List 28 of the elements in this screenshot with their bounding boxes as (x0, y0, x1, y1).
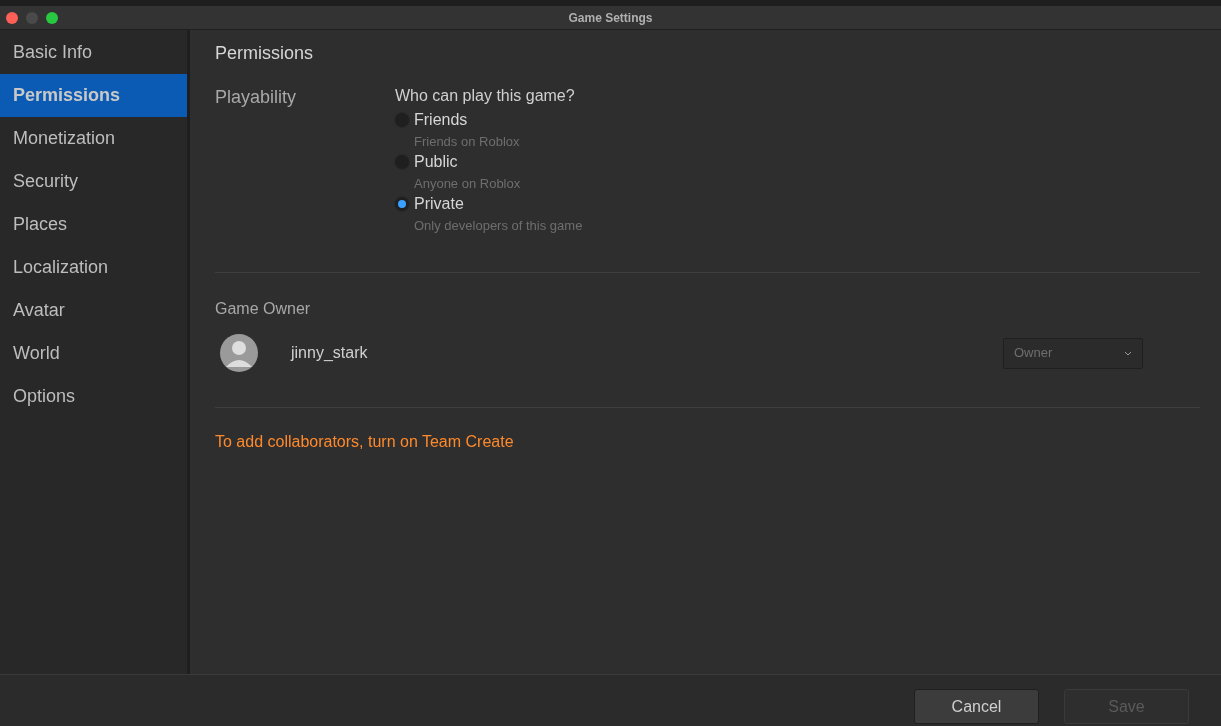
zoom-icon[interactable] (46, 11, 58, 24)
dialog-button[interactable]: Cancel (914, 689, 1039, 724)
sidebar-item[interactable]: Security (0, 160, 187, 203)
radio-option[interactable]: Friends (395, 108, 583, 132)
team-create-notice: To add collaborators, turn on Team Create (215, 432, 515, 452)
close-icon[interactable] (6, 11, 18, 24)
sidebar-item[interactable]: Places (0, 203, 187, 246)
sidebar-item[interactable]: Basic Info (0, 31, 187, 74)
section-label: Game Owner (215, 299, 312, 319)
option-description: Only developers of this game (413, 217, 583, 234)
owner-name: jinny_stark (291, 343, 368, 363)
section-label: Playability (215, 86, 298, 109)
page-title: Permissions (215, 42, 315, 65)
radio-button[interactable] (394, 196, 410, 212)
option-description: Friends on Roblox (413, 133, 521, 150)
sidebar-item[interactable]: Avatar (0, 289, 187, 332)
sidebar-item[interactable]: Localization (0, 246, 187, 289)
sidebar-item[interactable]: World (0, 332, 187, 375)
chevron-down-icon (1124, 350, 1132, 356)
avatar-icon (219, 333, 259, 373)
option-description: Anyone on Roblox (413, 175, 522, 192)
sidebar-item[interactable]: Permissions (0, 74, 187, 117)
radio-option[interactable]: Private (395, 192, 583, 216)
question-label: Who can play this game? (395, 86, 576, 106)
sidebar-item[interactable]: Options (0, 375, 187, 418)
radio-option[interactable]: Public (395, 150, 583, 174)
sidebar-item[interactable]: Monetization (0, 117, 187, 160)
window-title: Game Settings (568, 9, 653, 27)
